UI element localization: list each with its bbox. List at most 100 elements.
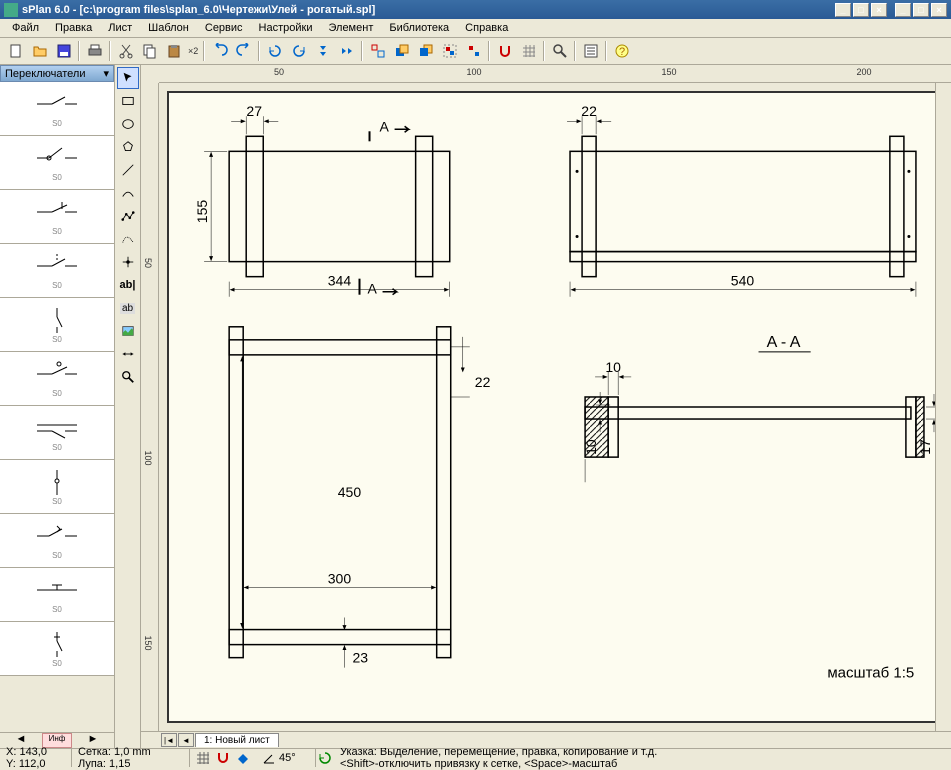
tool-rect[interactable] <box>117 90 139 112</box>
library-item[interactable]: S0 <box>0 82 114 136</box>
redo-button[interactable] <box>232 40 255 62</box>
menu-library[interactable]: Библиотека <box>381 20 457 36</box>
tool-zoom[interactable] <box>117 366 139 388</box>
menu-file[interactable]: Файл <box>4 20 47 36</box>
tool-image[interactable] <box>117 320 139 342</box>
align-button[interactable] <box>366 40 389 62</box>
status-grid-zoom: Сетка: 1,0 mmЛупа: 1,15 <box>72 749 190 767</box>
library-item[interactable]: S0 <box>0 190 114 244</box>
minimize-button[interactable]: _ <box>835 3 851 17</box>
view-2: 22 540 <box>567 103 916 296</box>
tool-line[interactable] <box>117 159 139 181</box>
tool-curve[interactable] <box>117 182 139 204</box>
svg-text:10: 10 <box>605 359 621 375</box>
menu-element[interactable]: Элемент <box>320 20 381 36</box>
tool-circle[interactable] <box>117 113 139 135</box>
menu-sheet[interactable]: Лист <box>100 20 140 36</box>
paste-button[interactable] <box>162 40 185 62</box>
library-item[interactable]: S0 <box>0 460 114 514</box>
list-button[interactable] <box>579 40 602 62</box>
flip-h-button[interactable] <box>311 40 334 62</box>
svg-text:10: 10 <box>583 439 599 455</box>
doc-maximize-button[interactable]: □ <box>913 3 929 17</box>
find-button[interactable] <box>548 40 571 62</box>
new-button[interactable] <box>4 40 27 62</box>
tool-text[interactable]: ab| <box>117 274 139 296</box>
cut-button[interactable] <box>114 40 137 62</box>
open-button[interactable] <box>28 40 51 62</box>
menu-settings[interactable]: Настройки <box>251 20 321 36</box>
scrollbar-vertical[interactable] <box>935 83 951 731</box>
section-aa: A - A 10 <box>583 333 941 482</box>
svg-text:A: A <box>380 118 390 134</box>
library-item[interactable]: S0 <box>0 136 114 190</box>
sheet-tab-1[interactable]: 1: Новый лист <box>195 733 279 747</box>
library-item[interactable]: S0 <box>0 568 114 622</box>
status-refresh-icon[interactable] <box>316 750 334 766</box>
svg-text:27: 27 <box>246 103 262 119</box>
svg-text:A - A: A - A <box>767 333 801 351</box>
library-panel: Переключатели▾ S0S0S0S0S0S0S0S0S0S0S0 ◄ … <box>0 65 115 748</box>
tool-node[interactable] <box>117 251 139 273</box>
sheet-tabs: |◄ ◄ 1: Новый лист <box>141 731 951 748</box>
paste-x2: ×2 <box>186 46 200 56</box>
library-item[interactable]: S0 <box>0 298 114 352</box>
menu-edit[interactable]: Правка <box>47 20 100 36</box>
help-button[interactable]: ? <box>610 40 633 62</box>
copy-button[interactable] <box>138 40 161 62</box>
library-item[interactable]: S0 <box>0 514 114 568</box>
tool-palette: ab| ab <box>115 65 141 748</box>
view-1: 27 155 344 A A <box>194 103 450 296</box>
svg-text:344: 344 <box>328 273 352 289</box>
grid-button[interactable] <box>517 40 540 62</box>
flip-v-button[interactable] <box>335 40 358 62</box>
doc-close-button[interactable]: × <box>931 3 947 17</box>
library-item[interactable]: S0 <box>0 406 114 460</box>
ruler-vertical: 50100150 <box>141 83 159 731</box>
status-fill-icon[interactable] <box>234 750 252 766</box>
rotate-left-button[interactable] <box>263 40 286 62</box>
titlebar: sPlan 6.0 - [c:\program files\splan_6.0\… <box>0 0 951 19</box>
layer-back-button[interactable] <box>414 40 437 62</box>
svg-text:?: ? <box>619 46 625 58</box>
doc-minimize-button[interactable]: _ <box>895 3 911 17</box>
svg-text:A: A <box>368 281 378 297</box>
status-grid-icon[interactable] <box>194 750 212 766</box>
menu-template[interactable]: Шаблон <box>140 20 197 36</box>
sheet-nav-prev[interactable]: ◄ <box>178 733 194 747</box>
save-button[interactable] <box>52 40 75 62</box>
group-button[interactable] <box>438 40 461 62</box>
library-header[interactable]: Переключатели▾ <box>0 65 114 82</box>
svg-text:22: 22 <box>475 374 491 390</box>
library-item[interactable]: S0 <box>0 622 114 676</box>
library-item[interactable]: S0 <box>0 352 114 406</box>
tool-bezier[interactable] <box>117 228 139 250</box>
layer-front-button[interactable] <box>390 40 413 62</box>
canvas-container: 50100150200 50100150 <box>141 65 951 748</box>
svg-text:155: 155 <box>194 200 210 224</box>
drawing-canvas[interactable]: 27 155 344 A A <box>167 91 943 723</box>
library-item[interactable]: S0 <box>0 244 114 298</box>
close-button[interactable]: × <box>871 3 887 17</box>
menu-service[interactable]: Сервис <box>197 20 251 36</box>
tool-label[interactable]: ab <box>117 297 139 319</box>
tool-dimension[interactable] <box>117 343 139 365</box>
statusbar: X: 143,0Y: 112,0 Сетка: 1,0 mmЛупа: 1,15… <box>0 748 951 767</box>
menu-help[interactable]: Справка <box>457 20 516 36</box>
print-button[interactable] <box>83 40 106 62</box>
status-snap-icon[interactable] <box>214 750 232 766</box>
svg-text:450: 450 <box>338 484 362 500</box>
maximize-button[interactable]: □ <box>853 3 869 17</box>
undo-button[interactable] <box>208 40 231 62</box>
tool-polygon[interactable] <box>117 136 139 158</box>
status-coords: X: 143,0Y: 112,0 <box>0 749 72 767</box>
snap-button[interactable] <box>493 40 516 62</box>
sheet-nav-first[interactable]: |◄ <box>161 733 177 747</box>
window-title: sPlan 6.0 - [c:\program files\splan_6.0\… <box>22 4 835 16</box>
svg-text:17: 17 <box>917 439 933 455</box>
svg-text:22: 22 <box>581 103 597 119</box>
ungroup-button[interactable] <box>462 40 485 62</box>
rotate-right-button[interactable] <box>287 40 310 62</box>
tool-polyline[interactable] <box>117 205 139 227</box>
tool-pointer[interactable] <box>117 67 139 89</box>
